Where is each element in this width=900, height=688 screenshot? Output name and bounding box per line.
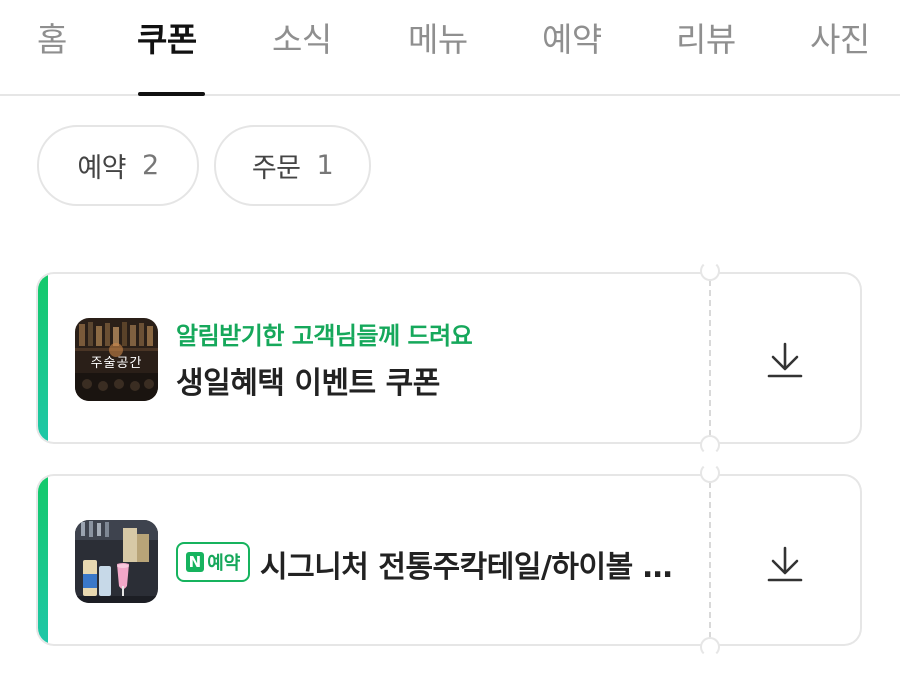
filter-chip-order[interactable]: 주문 1 — [214, 125, 371, 206]
coupon-accent-bar — [38, 274, 48, 442]
coupon-subtitle: 알림받기한 고객님들께 드려요 — [176, 322, 473, 350]
coupon-notch — [700, 463, 720, 483]
tab-coupon[interactable]: 쿠폰 — [137, 18, 197, 62]
tab-news[interactable]: 소식 — [272, 18, 332, 62]
chip-count: 2 — [142, 150, 159, 181]
coupon-title: 시그니처 전통주칵테일/하이볼 … — [260, 550, 673, 585]
coupon-body[interactable]: 주술공간 알림받기한 고객님들께 드려요 생일혜택 이벤트 쿠폰 — [36, 272, 709, 444]
tab-bar: 홈 쿠폰 소식 메뉴 예약 리뷰 사진 — [0, 0, 900, 96]
tab-photos[interactable]: 사진 — [810, 18, 870, 62]
chip-count: 1 — [316, 150, 334, 181]
thumbnail-logo-text: 주술공간 — [90, 356, 143, 371]
coupon-thumbnail — [75, 520, 158, 603]
coupon-notch — [700, 637, 720, 657]
naver-reservation-badge: N 예약 — [176, 542, 250, 582]
active-tab-indicator — [138, 92, 205, 96]
download-icon[interactable] — [765, 340, 805, 380]
chip-label: 예약 — [77, 153, 126, 184]
coupon-perforation — [709, 280, 711, 436]
coupon-notch — [700, 261, 720, 281]
coupon-title: 생일혜택 이벤트 쿠폰 — [176, 366, 440, 401]
tab-home[interactable]: 홈 — [37, 18, 67, 62]
tab-reservation[interactable]: 예약 — [542, 18, 602, 62]
download-icon[interactable] — [765, 544, 805, 584]
coupon-card[interactable]: 주술공간 알림받기한 고객님들께 드려요 생일혜택 이벤트 쿠폰 — [36, 261, 862, 455]
badge-label: 예약 — [207, 553, 241, 574]
coupon-accent-bar — [38, 476, 48, 644]
chip-label: 주문 — [251, 153, 301, 184]
tab-reviews[interactable]: 리뷰 — [676, 18, 736, 62]
coupon-body[interactable]: N 예약 시그니처 전통주칵테일/하이볼 … — [36, 474, 709, 646]
filter-chip-reservation[interactable]: 예약 2 — [37, 125, 199, 206]
tab-menu[interactable]: 메뉴 — [408, 18, 468, 62]
coupon-thumbnail: 주술공간 — [75, 318, 158, 401]
coupon-perforation — [709, 482, 711, 638]
coupon-notch — [700, 435, 720, 455]
naver-logo-icon: N — [185, 552, 205, 572]
coupon-card[interactable]: N 예약 시그니처 전통주칵테일/하이볼 … — [36, 463, 862, 657]
